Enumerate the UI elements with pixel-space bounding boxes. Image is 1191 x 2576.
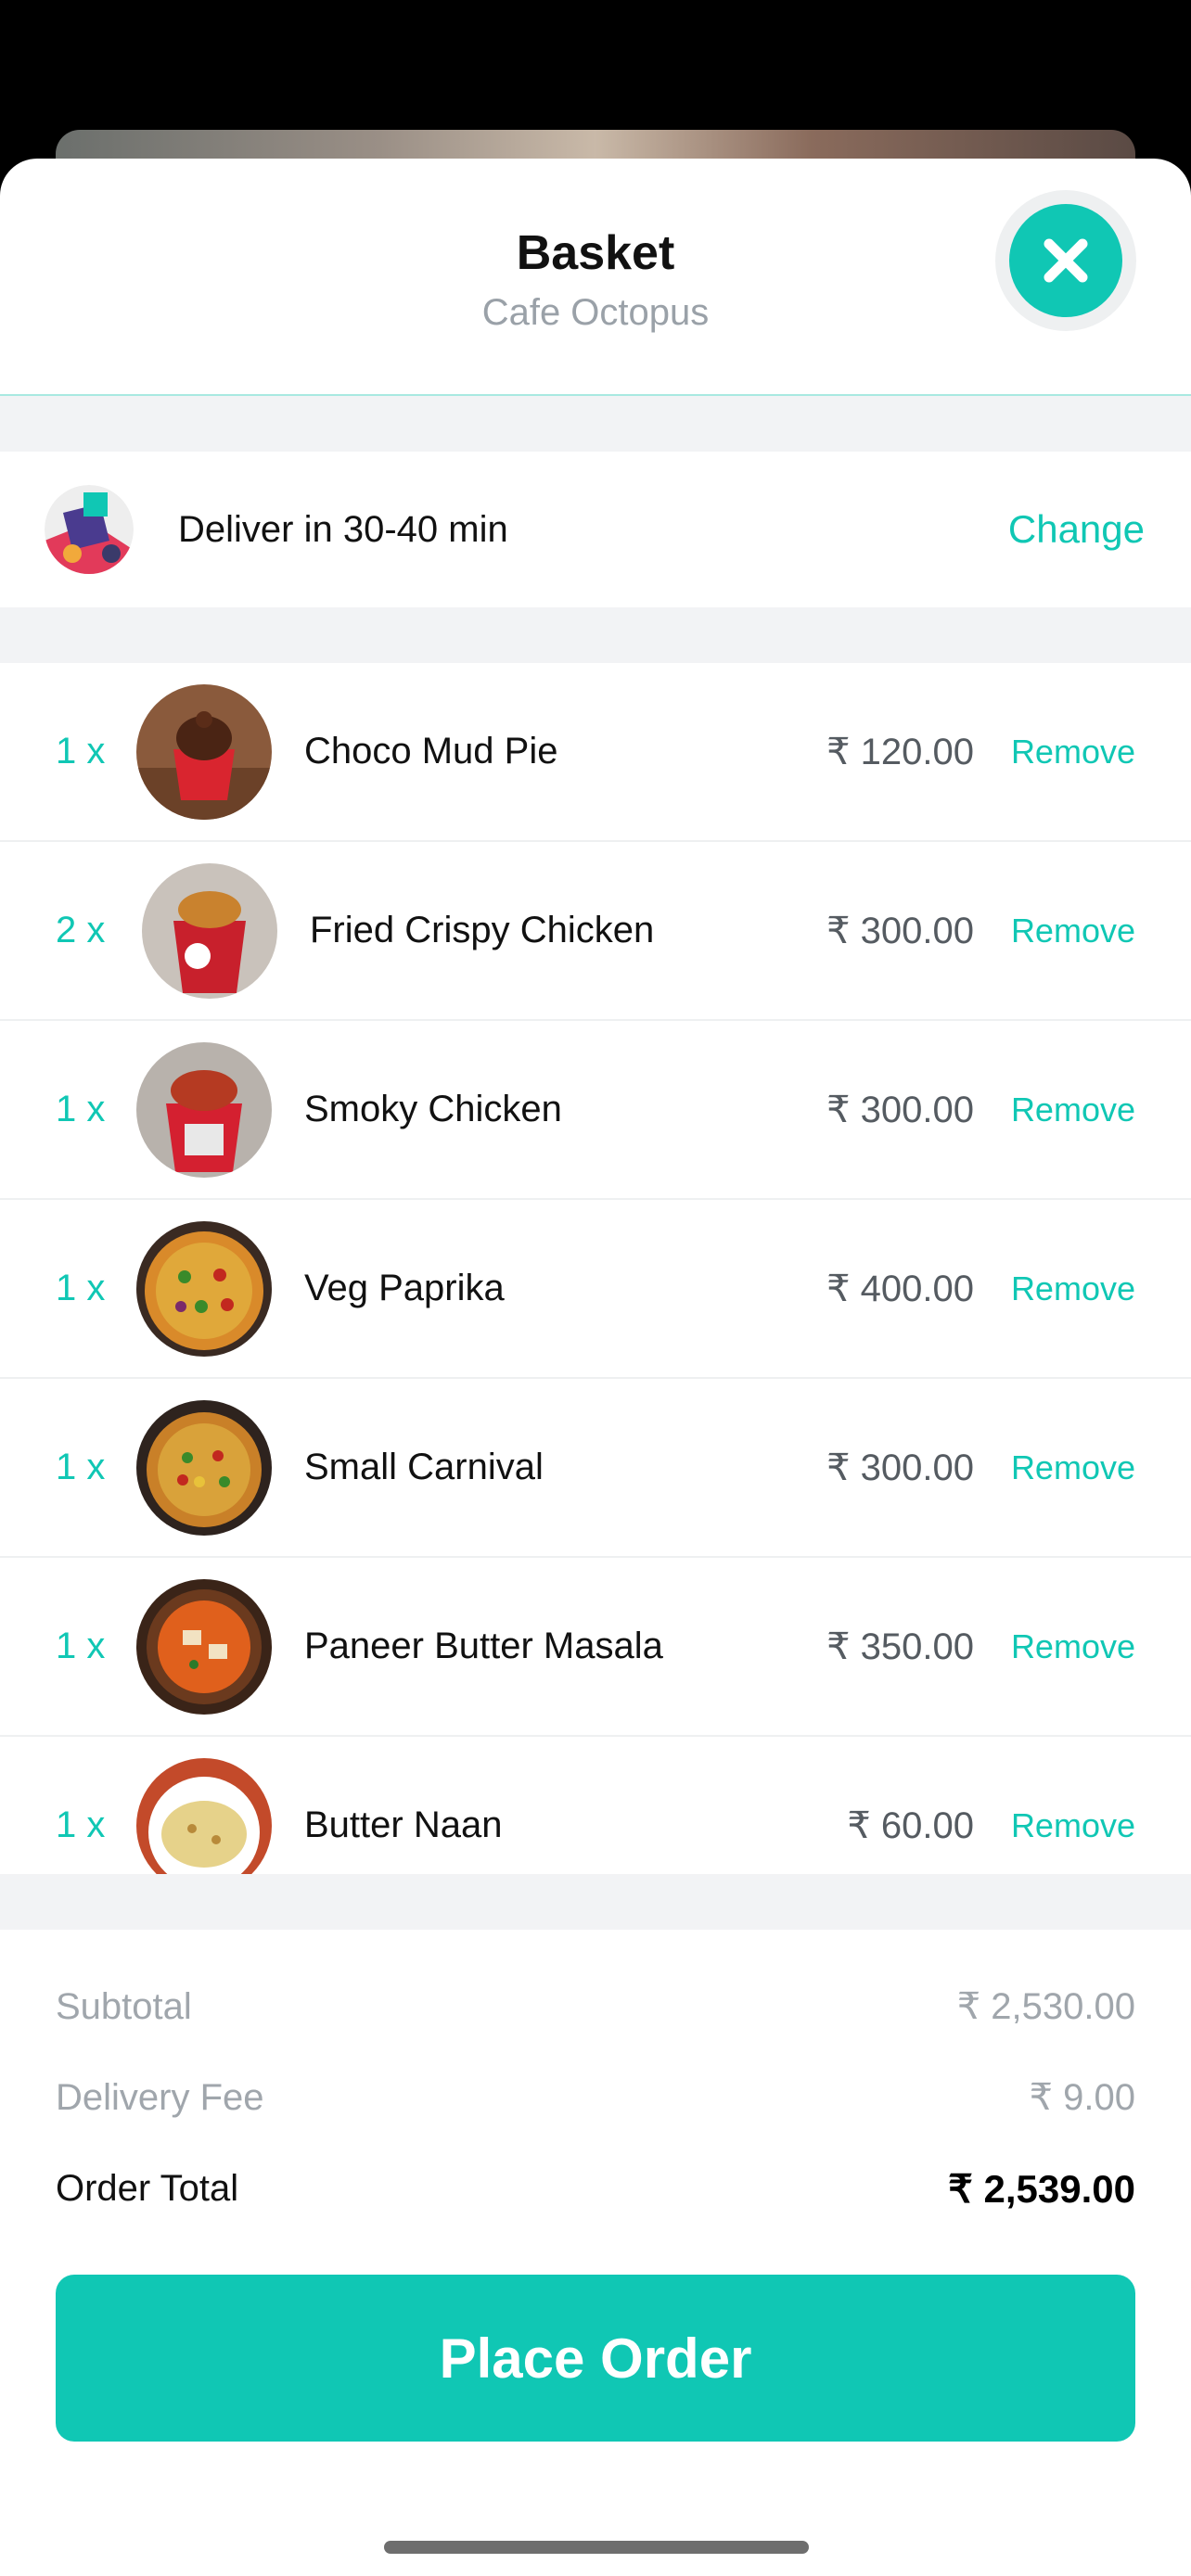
item-image <box>136 1578 272 1715</box>
delivery-fee-value: ₹ 9.00 <box>1029 2077 1135 2118</box>
list-item: 1 x Butter Naan ₹ 60.00 Remove <box>0 1737 1191 1874</box>
basket-items-list: 1 x Choco Mud Pie ₹ 120.00 Remove 2 x Fr… <box>0 663 1191 1874</box>
close-icon <box>1009 204 1122 317</box>
delivery-fee-row: Delivery Fee ₹ 9.00 <box>56 2052 1135 2143</box>
item-quantity: 1 x <box>56 1089 106 1129</box>
divider <box>0 1874 1191 1930</box>
item-price: ₹ 400.00 <box>826 1268 974 1309</box>
delivery-row: Deliver in 30-40 min Change <box>0 452 1191 607</box>
item-quantity: 1 x <box>56 731 106 772</box>
item-name: Small Carnival <box>304 1447 544 1487</box>
remove-button[interactable]: Remove <box>1011 1090 1135 1129</box>
item-image <box>142 862 277 999</box>
item-price: ₹ 300.00 <box>826 1089 974 1130</box>
delivery-rider-icon <box>45 485 134 574</box>
close-button[interactable] <box>995 190 1136 331</box>
basket-sheet: Basket Cafe Octopus Deliver in 30-40 min… <box>0 159 1191 2576</box>
item-image <box>136 1220 272 1357</box>
remove-button[interactable]: Remove <box>1011 912 1135 950</box>
change-delivery-link[interactable]: Change <box>1008 507 1145 552</box>
remove-button[interactable]: Remove <box>1011 1269 1135 1308</box>
list-item: 1 x Veg Paprika ₹ 400.00 Remove <box>0 1200 1191 1379</box>
order-total-label: Order Total <box>56 2167 239 2209</box>
order-summary: Subtotal ₹ 2,530.00 Delivery Fee ₹ 9.00 … <box>0 1961 1191 2234</box>
item-quantity: 2 x <box>56 910 106 950</box>
item-image <box>136 1399 272 1536</box>
item-price: ₹ 120.00 <box>826 731 974 772</box>
list-item: 1 x Paneer Butter Masala ₹ 350.00 Remove <box>0 1558 1191 1737</box>
subtotal-label: Subtotal <box>56 1985 192 2027</box>
item-price: ₹ 60.00 <box>847 1804 974 1846</box>
item-quantity: 1 x <box>56 1447 106 1487</box>
order-total-row: Order Total ₹ 2,539.00 <box>56 2143 1135 2234</box>
list-item: 1 x Choco Mud Pie ₹ 120.00 Remove <box>0 663 1191 842</box>
place-order-button[interactable]: Place Order <box>56 2275 1135 2442</box>
delivery-time-text: Deliver in 30-40 min <box>178 508 508 550</box>
remove-button[interactable]: Remove <box>1011 733 1135 772</box>
list-item: 1 x Small Carnival ₹ 300.00 Remove <box>0 1379 1191 1558</box>
item-image <box>136 1041 272 1178</box>
delivery-fee-label: Delivery Fee <box>56 2076 264 2118</box>
divider <box>0 396 1191 452</box>
item-name: Paneer Butter Masala <box>304 1626 663 1666</box>
remove-button[interactable]: Remove <box>1011 1806 1135 1845</box>
remove-button[interactable]: Remove <box>1011 1627 1135 1666</box>
item-price: ₹ 350.00 <box>826 1626 974 1667</box>
item-price: ₹ 300.00 <box>826 1447 974 1488</box>
item-price: ₹ 300.00 <box>826 910 974 951</box>
list-item: 1 x Smoky Chicken ₹ 300.00 Remove <box>0 1021 1191 1200</box>
item-name: Veg Paprika <box>304 1268 505 1308</box>
item-name: Choco Mud Pie <box>304 731 558 772</box>
item-name: Smoky Chicken <box>304 1089 562 1129</box>
home-indicator[interactable] <box>384 2541 809 2554</box>
item-name: Fried Crispy Chicken <box>310 910 655 950</box>
item-quantity: 1 x <box>56 1804 106 1845</box>
divider <box>0 607 1191 663</box>
remove-button[interactable]: Remove <box>1011 1448 1135 1487</box>
item-quantity: 1 x <box>56 1268 106 1308</box>
item-image <box>136 683 272 820</box>
order-total-value: ₹ 2,539.00 <box>948 2166 1135 2211</box>
item-quantity: 1 x <box>56 1626 106 1666</box>
item-image <box>136 1757 272 1874</box>
list-item: 2 x Fried Crispy Chicken ₹ 300.00 Remove <box>0 842 1191 1021</box>
subtotal-row: Subtotal ₹ 2,530.00 <box>56 1961 1135 2052</box>
item-name: Butter Naan <box>304 1804 503 1845</box>
subtotal-value: ₹ 2,530.00 <box>956 1986 1135 2027</box>
sheet-header: Basket Cafe Octopus <box>0 159 1191 396</box>
